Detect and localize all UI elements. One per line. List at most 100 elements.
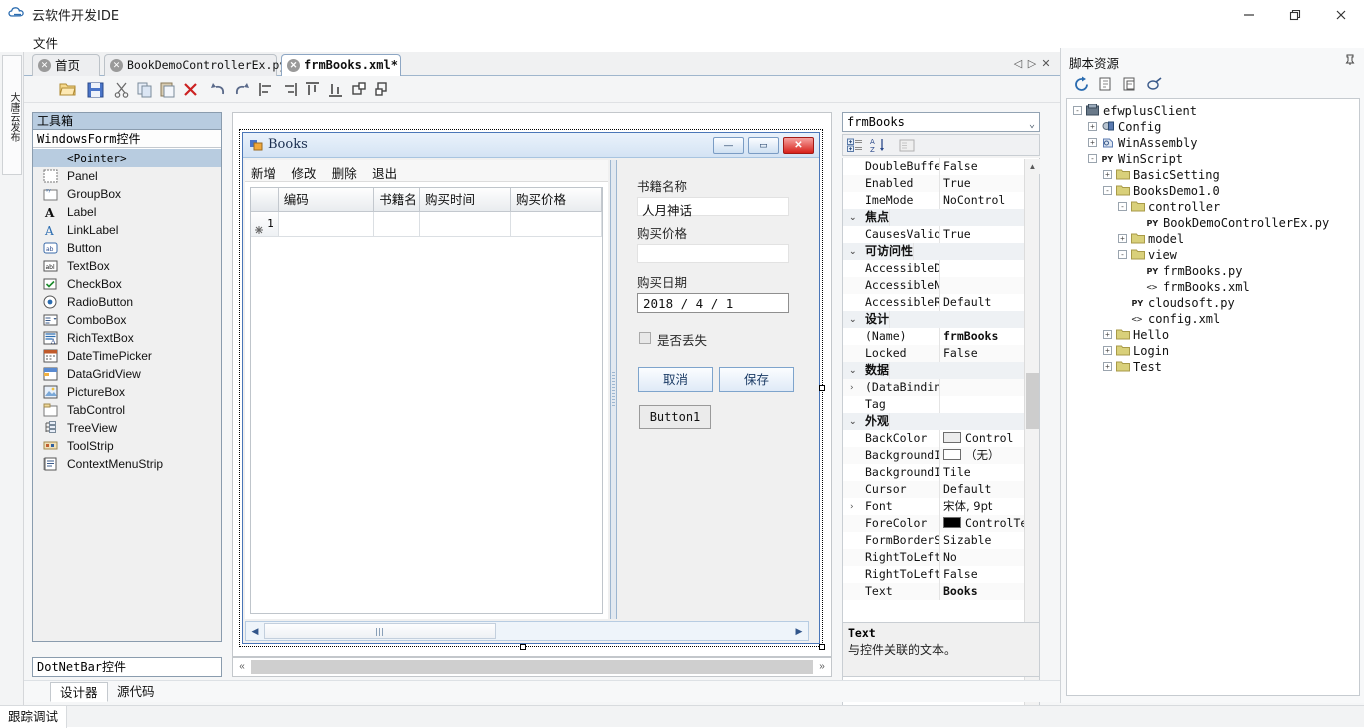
datagrid-column-header[interactable]: 购买时间 bbox=[420, 188, 511, 211]
chevron-down-icon[interactable]: ⌄ bbox=[1029, 116, 1035, 134]
copy-icon[interactable] bbox=[135, 80, 154, 99]
toolbox-item-linklabel[interactable]: ALinkLabel bbox=[33, 221, 221, 239]
tree-node-winassembly[interactable]: +WinAssembly bbox=[1067, 135, 1359, 151]
property-row[interactable]: RightToLeftFalse bbox=[843, 566, 1039, 583]
property-row[interactable]: (Name)frmBooks bbox=[843, 328, 1039, 345]
property-category-row[interactable]: ⌄焦点 bbox=[843, 209, 1039, 226]
toolbox-item-tabcontrol[interactable]: TabControl bbox=[33, 401, 221, 419]
tab-close-icon[interactable]: ✕ bbox=[287, 59, 300, 72]
resize-handle-right[interactable] bbox=[819, 385, 825, 391]
expand-toggle-icon[interactable]: + bbox=[1118, 234, 1127, 243]
property-category-row[interactable]: ⌄设计 bbox=[843, 311, 1039, 328]
property-row[interactable]: CursorDefault bbox=[843, 481, 1039, 498]
property-row[interactable]: ImeModeNoControl bbox=[843, 192, 1039, 209]
form-horizontal-scrollbar[interactable]: ◀ ▶ bbox=[245, 621, 809, 641]
property-value[interactable] bbox=[913, 243, 1039, 260]
toolbox-item-combobox[interactable]: ComboBox bbox=[33, 311, 221, 329]
property-pages-icon[interactable] bbox=[898, 137, 916, 154]
datagrid-cell[interactable] bbox=[279, 212, 375, 236]
property-row[interactable]: DoubleBuffeFalse bbox=[843, 158, 1039, 175]
tree-node-test[interactable]: +Test bbox=[1067, 359, 1359, 375]
paste-icon[interactable] bbox=[158, 80, 177, 99]
button-cancel[interactable]: 取消 bbox=[638, 367, 713, 392]
properties-scroll-thumb[interactable] bbox=[1026, 373, 1039, 429]
chevron-right-icon[interactable]: › bbox=[849, 502, 854, 512]
property-value[interactable] bbox=[889, 413, 1039, 430]
toolbox-item-treeview[interactable]: TreeView bbox=[33, 419, 221, 437]
property-row[interactable]: EnabledTrue bbox=[843, 175, 1039, 192]
canvas-scroll-track[interactable] bbox=[251, 660, 813, 674]
tree-node-config[interactable]: +Config bbox=[1067, 119, 1359, 135]
expand-toggle-icon[interactable]: + bbox=[1088, 138, 1097, 147]
tab-close-icon[interactable]: ✕ bbox=[38, 59, 51, 72]
form-menu-delete[interactable]: 删除 bbox=[326, 160, 363, 185]
datagrid-column-header[interactable]: 编码 bbox=[279, 188, 375, 211]
property-category-row[interactable]: ⌄数据 bbox=[843, 362, 1039, 379]
property-row[interactable]: TextBooks bbox=[843, 583, 1039, 600]
toolbox-item-radiobutton[interactable]: RadioButton bbox=[33, 293, 221, 311]
form-menu-exit[interactable]: 退出 bbox=[366, 160, 403, 185]
tree-node-config-xml[interactable]: <>config.xml bbox=[1067, 311, 1359, 327]
expand-toggle-icon[interactable]: + bbox=[1103, 330, 1112, 339]
design-form-books[interactable]: Books — ▭ ✕ 新增 修改 删除 退出 bbox=[242, 132, 820, 644]
expand-toggle-icon[interactable]: + bbox=[1103, 362, 1112, 371]
send-to-back-icon[interactable] bbox=[373, 80, 392, 99]
tree-node-efwplusclient[interactable]: -efwplusClient bbox=[1067, 103, 1359, 119]
align-top-icon[interactable] bbox=[303, 80, 322, 99]
property-row[interactable]: BackgroundITile bbox=[843, 464, 1039, 481]
datagrid-column-header[interactable]: 购买价格 bbox=[511, 188, 602, 211]
property-row[interactable]: BackgroundI（无） bbox=[843, 447, 1039, 464]
property-category-row[interactable]: ⌄外观 bbox=[843, 413, 1039, 430]
toolbox-item-panel[interactable]: Panel bbox=[33, 167, 221, 185]
align-right-icon[interactable] bbox=[280, 80, 299, 99]
property-row[interactable]: FormBorderSSizable bbox=[843, 532, 1039, 549]
resize-handle-bottom[interactable] bbox=[520, 644, 526, 650]
tab-nav-close-icon[interactable]: ✕ bbox=[1038, 55, 1054, 73]
tree-node-hello[interactable]: +Hello bbox=[1067, 327, 1359, 343]
property-row[interactable]: Tag bbox=[843, 396, 1039, 413]
tab-frmbooks-xml[interactable]: ✕ frmBooks.xml* bbox=[281, 54, 401, 76]
canvas-scroll-left-icon[interactable]: « bbox=[235, 660, 249, 674]
toolbox-group-dotnetbar[interactable]: DotNetBar控件 bbox=[32, 657, 222, 677]
collapse-toggle-icon[interactable]: - bbox=[1118, 250, 1127, 259]
datagrid-row[interactable]: 1 bbox=[251, 212, 602, 237]
button-save[interactable]: 保存 bbox=[719, 367, 794, 392]
tree-node-view[interactable]: -view bbox=[1067, 247, 1359, 263]
horizontal-splitter[interactable] bbox=[24, 103, 1060, 112]
property-row[interactable]: BackColorControl bbox=[843, 430, 1039, 447]
status-trace-debug[interactable]: 跟踪调试 bbox=[0, 706, 67, 728]
new-file-icon[interactable] bbox=[1097, 76, 1117, 94]
chevron-down-icon[interactable]: ⌄ bbox=[849, 315, 857, 325]
form-menu-edit[interactable]: 修改 bbox=[285, 160, 322, 185]
refresh-icon[interactable] bbox=[1073, 76, 1093, 94]
collapse-toggle-icon[interactable]: - bbox=[1073, 106, 1082, 115]
datagrid-cell[interactable] bbox=[511, 212, 602, 236]
chevron-down-icon[interactable]: ⌄ bbox=[849, 213, 857, 223]
alphabetical-sort-icon[interactable]: AZ bbox=[869, 137, 887, 154]
align-bottom-icon[interactable] bbox=[326, 80, 345, 99]
datagrid-column-header[interactable] bbox=[251, 188, 279, 211]
toolbox-item-checkbox[interactable]: CheckBox bbox=[33, 275, 221, 293]
cut-icon[interactable] bbox=[112, 80, 131, 99]
datagrid-cell[interactable] bbox=[420, 212, 511, 236]
delete-icon[interactable] bbox=[181, 80, 200, 99]
property-value[interactable] bbox=[889, 209, 1039, 226]
input-purchase-date[interactable]: 2018 / 4 / 1 bbox=[637, 293, 789, 313]
new-folder-icon[interactable] bbox=[1121, 76, 1141, 94]
toolbox-group-windowsform[interactable]: WindowsForm控件 bbox=[33, 130, 221, 148]
property-row[interactable]: LockedFalse bbox=[843, 345, 1039, 362]
property-category-row[interactable]: ⌄可访问性 bbox=[843, 243, 1039, 260]
form-maximize-button[interactable]: ▭ bbox=[748, 137, 779, 154]
collapse-toggle-icon[interactable]: - bbox=[1118, 202, 1127, 211]
script-resources-tree[interactable]: -efwplusClient+Config+WinAssembly-PYWinS… bbox=[1066, 98, 1360, 696]
redo-icon[interactable] bbox=[232, 80, 251, 99]
chevron-down-icon[interactable]: ⌄ bbox=[849, 366, 857, 376]
tab-close-icon[interactable]: ✕ bbox=[110, 59, 123, 72]
toolbox-item-datetimepicker[interactable]: DateTimePicker bbox=[33, 347, 221, 365]
property-value[interactable] bbox=[889, 311, 1039, 328]
form-minimize-button[interactable]: — bbox=[713, 137, 744, 154]
datagrid-column-header[interactable]: 书籍名 bbox=[374, 188, 420, 211]
chevron-down-icon[interactable]: ⌄ bbox=[849, 247, 857, 257]
tree-node-controller[interactable]: -controller bbox=[1067, 199, 1359, 215]
align-left-icon[interactable] bbox=[257, 80, 276, 99]
